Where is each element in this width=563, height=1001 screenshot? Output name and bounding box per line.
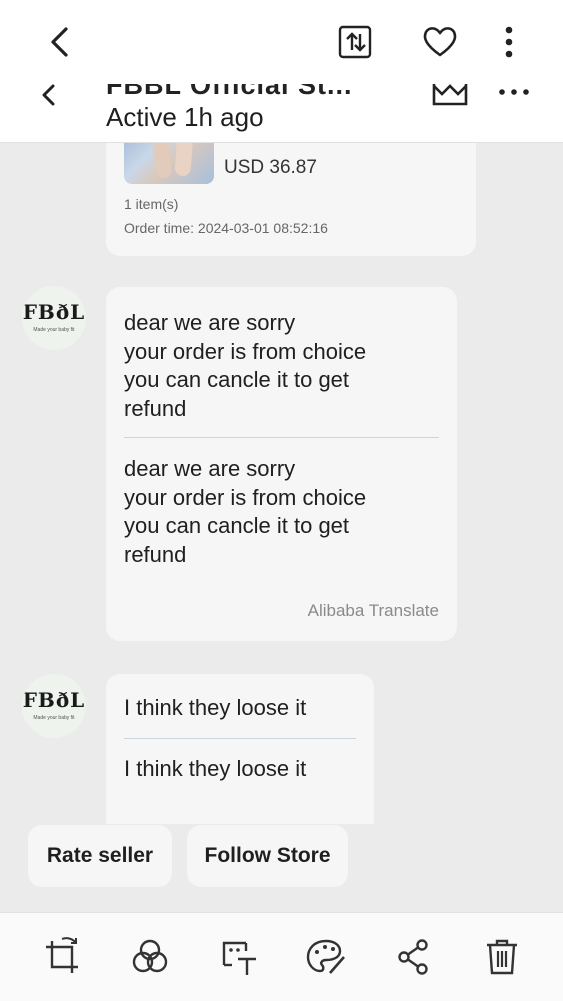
gallery-top-bar: [0, 0, 563, 84]
horizontal-dots-icon[interactable]: [496, 84, 532, 102]
store-avatar[interactable]: FBðL Made your baby fit: [22, 674, 86, 738]
draw-button[interactable]: [304, 935, 348, 979]
palette-brush-icon: [306, 939, 345, 974]
message-original-text: dear we are sorry your order is from cho…: [124, 310, 367, 421]
share-arrows-icon: [338, 25, 372, 59]
translation-source-label: Alibaba Translate: [307, 601, 439, 620]
store-logo-tagline: Made your baby fit: [33, 715, 75, 721]
crop-rotate-button[interactable]: [40, 935, 84, 979]
heart-icon: [423, 27, 457, 57]
store-name[interactable]: FBBL Official St...: [106, 84, 353, 101]
store-logo-tagline: Made your baby fit: [33, 327, 75, 333]
store-logo-text: FBðL: [22, 688, 86, 712]
message-bubble[interactable]: I think they loose it I think they loose…: [106, 674, 374, 824]
translation-divider: [124, 437, 439, 438]
more-options-button[interactable]: [489, 22, 529, 62]
favorite-button[interactable]: [420, 22, 460, 62]
order-item-count: 1 item(s): [124, 196, 179, 212]
vertical-dots-icon: [505, 26, 513, 58]
share-icon: [398, 939, 428, 975]
crop-rotate-icon: [46, 937, 78, 973]
translation-divider: [124, 738, 356, 739]
share-image-button[interactable]: [392, 935, 436, 979]
back-button[interactable]: [40, 22, 80, 62]
active-status: Active 1h ago: [106, 102, 264, 132]
message-translated-text: dear we are sorry your order is from cho…: [124, 456, 367, 567]
rate-seller-button[interactable]: Rate seller: [28, 825, 172, 887]
gallery-bottom-bar: [0, 912, 563, 1001]
follow-store-button[interactable]: Follow Store: [187, 825, 348, 887]
chevron-left-icon: [51, 27, 68, 57]
store-avatar[interactable]: FBðL Made your baby fit: [22, 286, 86, 350]
filters-icon: [132, 939, 168, 973]
chat-header: FBBL Official St... Active 1h ago: [0, 84, 563, 143]
filters-button[interactable]: [128, 935, 172, 979]
trash-icon: [487, 939, 517, 975]
store-crown-icon[interactable]: [430, 84, 470, 110]
order-price: USD 36.87: [224, 157, 317, 178]
share-button[interactable]: [336, 22, 376, 62]
message-original-text: I think they loose it: [124, 695, 307, 720]
message-translated-text: I think they loose it: [124, 756, 307, 781]
message-bubble[interactable]: dear we are sorry your order is from cho…: [106, 287, 457, 641]
chevron-left-icon[interactable]: [34, 84, 62, 112]
delete-button[interactable]: [480, 935, 524, 979]
order-time: Order time: 2024-03-01 08:52:16: [124, 220, 328, 236]
store-logo-text: FBðL: [22, 300, 86, 324]
text-extract-icon: [222, 941, 256, 975]
text-extract-button[interactable]: [216, 935, 260, 979]
